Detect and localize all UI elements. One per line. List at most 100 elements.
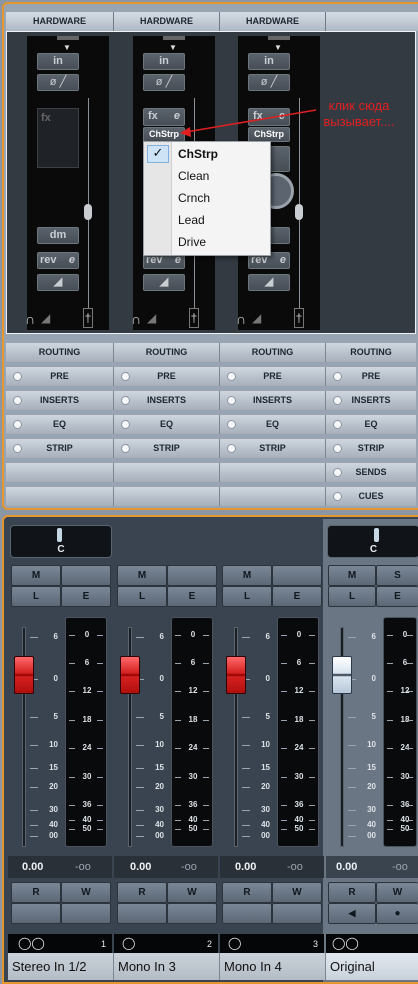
dagger-button[interactable]: † xyxy=(294,308,304,328)
peak-value[interactable]: -oo xyxy=(287,856,303,878)
read-automation-button[interactable]: R xyxy=(328,882,376,903)
phase-button[interactable]: ø ╱ xyxy=(143,74,185,91)
inserts-section-toggle[interactable]: INSERTS xyxy=(220,391,326,410)
channel-name[interactable]: Stereo In 1/2 xyxy=(8,953,114,980)
peak-value[interactable]: -oo xyxy=(181,856,197,878)
fx-slot[interactable]: fx xyxy=(37,108,79,168)
routing-header[interactable]: ROUTING xyxy=(220,343,326,362)
pre-section-toggle[interactable]: PRE xyxy=(326,367,416,386)
edit-channel-button[interactable]: E xyxy=(61,586,111,607)
edit-channel-button[interactable]: E xyxy=(272,586,322,607)
automation-button[interactable] xyxy=(61,903,111,924)
volume-fader-handle[interactable] xyxy=(226,656,246,694)
volume-value[interactable]: 0.00 xyxy=(22,856,43,878)
listen-button[interactable]: L xyxy=(328,586,376,607)
pre-section-toggle[interactable]: PRE xyxy=(220,367,326,386)
edit-channel-button[interactable]: E xyxy=(376,586,418,607)
pre-section-toggle[interactable]: PRE xyxy=(6,367,114,386)
eq-section-toggle[interactable]: EQ xyxy=(326,415,416,434)
peak-value[interactable]: -oo xyxy=(75,856,91,878)
slider-knob[interactable] xyxy=(84,204,92,220)
volume-value[interactable]: 0.00 xyxy=(336,856,357,878)
strip-section-toggle[interactable]: STRIP xyxy=(114,439,220,458)
volume-fader-handle[interactable] xyxy=(120,656,140,694)
automation-button[interactable] xyxy=(167,903,217,924)
mute-button[interactable]: M xyxy=(328,565,376,586)
inserts-section-toggle[interactable]: INSERTS xyxy=(326,391,416,410)
input-button[interactable]: in xyxy=(248,53,290,70)
menu-item-crnch[interactable]: Crnch xyxy=(178,188,210,208)
level-ramp-button[interactable]: ◢ xyxy=(143,274,185,291)
mute-button[interactable]: M xyxy=(222,565,272,586)
strip-section-toggle[interactable]: STRIP xyxy=(220,439,326,458)
headphones-icon[interactable]: ∩ xyxy=(25,311,35,327)
strip-section-toggle[interactable]: STRIP xyxy=(6,439,114,458)
channel-name[interactable]: Original xyxy=(326,953,418,980)
eq-section-toggle[interactable]: EQ xyxy=(220,415,326,434)
rev-button[interactable]: rev e xyxy=(37,252,79,269)
write-automation-button[interactable]: W xyxy=(272,882,322,903)
phase-button[interactable]: ø ╱ xyxy=(37,74,79,91)
input-button[interactable]: in xyxy=(143,53,185,70)
dagger-button[interactable]: † xyxy=(189,308,199,328)
read-automation-button[interactable]: R xyxy=(11,882,61,903)
cues-section-toggle[interactable]: CUES xyxy=(326,487,416,506)
solo-button[interactable] xyxy=(167,565,217,586)
menu-item-drive[interactable]: Drive xyxy=(178,232,206,252)
pre-section-toggle[interactable]: PRE xyxy=(114,367,220,386)
sends-section-toggle[interactable]: SENDS xyxy=(326,463,416,482)
phase-button[interactable]: ø ╱ xyxy=(248,74,290,91)
menu-item-chstrp[interactable]: ChStrp xyxy=(178,144,218,164)
read-automation-button[interactable]: R xyxy=(117,882,167,903)
eq-section-toggle[interactable]: EQ xyxy=(114,415,220,434)
routing-header[interactable]: ROUTING xyxy=(6,343,114,362)
strip-section-toggle[interactable]: STRIP xyxy=(326,439,416,458)
listen-button[interactable]: L xyxy=(117,586,167,607)
solo-button[interactable] xyxy=(61,565,111,586)
channel-name[interactable]: Mono In 4 xyxy=(220,953,326,980)
routing-header[interactable]: ROUTING xyxy=(326,343,416,362)
write-automation-button[interactable]: W xyxy=(61,882,111,903)
headphones-icon[interactable]: ∩ xyxy=(236,311,246,327)
mono-icon[interactable]: ◯ xyxy=(122,937,135,949)
volume-fader-handle[interactable] xyxy=(14,656,34,694)
eq-section-toggle[interactable]: EQ xyxy=(6,415,114,434)
menu-item-lead[interactable]: Lead xyxy=(178,210,205,230)
automation-button[interactable] xyxy=(117,903,167,924)
mono-icon[interactable]: ◯ xyxy=(228,937,241,949)
solo-button[interactable] xyxy=(272,565,322,586)
headphones-icon[interactable]: ∩ xyxy=(131,311,141,327)
speaker-button[interactable]: ◀ xyxy=(328,903,376,924)
inserts-section-toggle[interactable]: INSERTS xyxy=(6,391,114,410)
menu-item-clean[interactable]: Clean xyxy=(178,166,209,186)
volume-fader-handle[interactable] xyxy=(332,656,352,694)
write-automation-button[interactable]: W xyxy=(167,882,217,903)
level-ramp-button[interactable]: ◢ xyxy=(248,274,290,291)
routing-header[interactable]: ROUTING xyxy=(114,343,220,362)
input-button[interactable]: in xyxy=(37,53,79,70)
automation-button[interactable] xyxy=(272,903,322,924)
listen-button[interactable]: L xyxy=(222,586,272,607)
write-automation-button[interactable]: W xyxy=(376,882,418,903)
inserts-section-toggle[interactable]: INSERTS xyxy=(114,391,220,410)
record-button[interactable]: ● xyxy=(376,903,418,924)
volume-value[interactable]: 0.00 xyxy=(235,856,256,878)
automation-button[interactable] xyxy=(11,903,61,924)
dagger-button[interactable]: † xyxy=(83,308,93,328)
listen-button[interactable]: L xyxy=(11,586,61,607)
pan-control[interactable]: C xyxy=(327,525,418,558)
edit-channel-button[interactable]: E xyxy=(167,586,217,607)
volume-value[interactable]: 0.00 xyxy=(130,856,151,878)
read-automation-button[interactable]: R xyxy=(222,882,272,903)
peak-value[interactable]: -oo xyxy=(392,856,408,878)
pan-control[interactable]: C xyxy=(10,525,112,558)
mute-button[interactable]: M xyxy=(117,565,167,586)
level-ramp-button[interactable]: ◢ xyxy=(37,274,79,291)
stereo-link-icon[interactable]: ◯◯ xyxy=(332,937,359,949)
mute-button[interactable]: M xyxy=(11,565,61,586)
stereo-link-icon[interactable]: ◯◯ xyxy=(18,937,45,949)
dm-button[interactable]: dm xyxy=(37,227,79,244)
channel-name[interactable]: Mono In 3 xyxy=(114,953,220,980)
automation-button[interactable] xyxy=(222,903,272,924)
slider-knob[interactable] xyxy=(295,204,303,220)
